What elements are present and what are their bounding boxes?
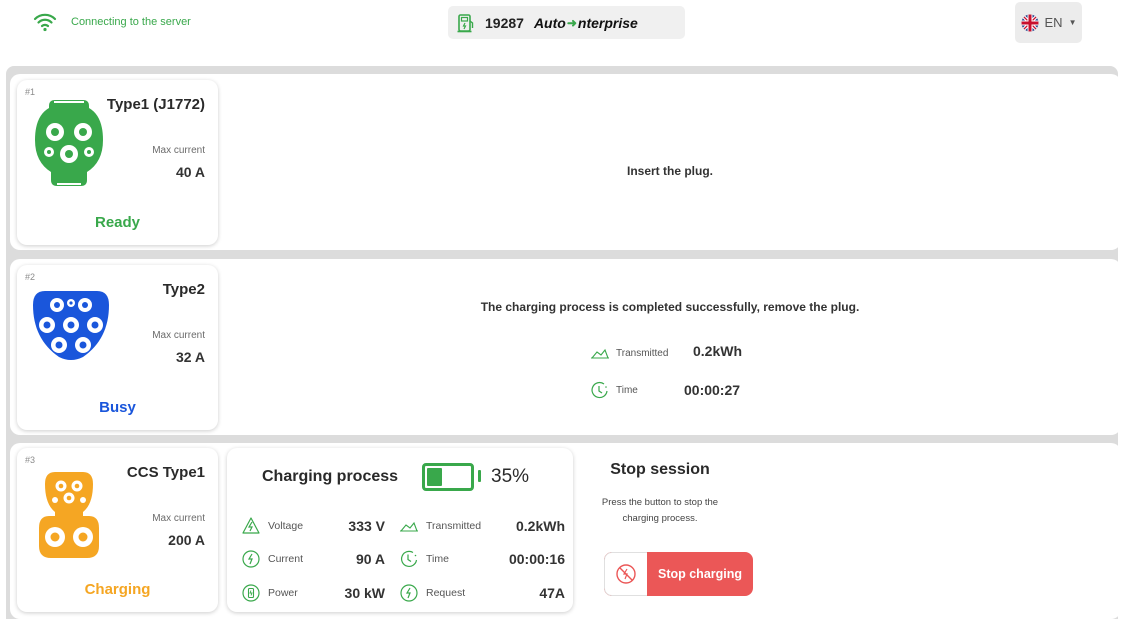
connector-row-1: #1 Type1 (J1772) Max current 40 A Ready …	[10, 74, 1121, 250]
connector-message: Insert the plug.	[626, 164, 713, 178]
uk-flag-icon	[1021, 14, 1038, 31]
chevron-down-icon: ▼	[1068, 18, 1077, 27]
request-icon	[400, 584, 418, 602]
battery-fill	[427, 468, 443, 486]
connector-number: #3	[25, 455, 36, 465]
language-label: EN	[1044, 15, 1063, 30]
charging-process-card: Charging process 35% Voltage 333 V Curre…	[227, 448, 573, 612]
transmitted-stat: Transmitted	[590, 344, 668, 362]
time-label: Time	[616, 384, 638, 396]
station-badge: 19287 Auto ➜ nterprise	[448, 6, 685, 39]
connector-number: #2	[25, 272, 36, 282]
current-value: 90 A	[355, 551, 385, 567]
time-stat: Time	[590, 381, 638, 399]
connector-row-2: #2 Type2 Max current 32 A Busy The charg…	[10, 259, 1121, 435]
stop-charging-icon	[616, 564, 636, 584]
connection-status: Connecting to the server	[33, 12, 191, 32]
top-bar: Connecting to the server 19287 Auto ➜ nter…	[0, 0, 1121, 66]
max-current-label: Max current	[152, 330, 205, 341]
charging-process-title: Charging process	[262, 468, 399, 485]
max-current-label: Max current	[152, 513, 205, 524]
connector-status: Charging	[84, 581, 151, 598]
connector-number: #1	[25, 87, 36, 97]
request-metric: Request	[399, 583, 465, 603]
stop-charging-label: Stop charging	[657, 567, 743, 581]
request-label: Request	[426, 587, 466, 599]
max-current-value: 32 A	[175, 349, 205, 365]
station-id: 19287	[485, 14, 524, 31]
connector-status: Ready	[94, 214, 141, 231]
stop-charging-button[interactable]: Stop charging	[604, 552, 753, 596]
power-metric: Power	[241, 583, 298, 603]
max-current-value: 200 A	[168, 532, 205, 548]
battery-tip	[478, 470, 481, 482]
voltage-metric: Voltage	[241, 516, 303, 536]
connector-card-2[interactable]: #2 Type2 Max current 32 A Busy	[17, 265, 218, 430]
power-label: Power	[268, 587, 298, 599]
connector-row-3: #3 CCS Type1 Max current 200 A Charging …	[10, 443, 1121, 619]
wifi-icon	[33, 13, 57, 32]
transmitted-metric: Transmitted	[399, 516, 481, 536]
transmitted-label: Transmitted	[426, 520, 482, 532]
brand-arrow-icon: ➜	[566, 15, 577, 30]
plug-icon	[399, 521, 418, 532]
transmitted-label: Transmitted	[616, 347, 669, 359]
brand-logo: Auto ➜ nterprise	[533, 14, 638, 31]
stop-session-description: Press the button to stop the charging pr…	[601, 497, 719, 524]
connection-text: Connecting to the server	[71, 16, 191, 28]
voltage-label: Voltage	[268, 520, 304, 532]
charging-station-icon	[457, 13, 474, 32]
stop-session-title: Stop session	[610, 461, 710, 478]
max-current-value: 40 A	[175, 164, 205, 180]
connector-card-3[interactable]: #3 CCS Type1 Max current 200 A Charging	[17, 448, 218, 612]
voltage-icon	[242, 517, 260, 534]
power-value: 30 kW	[344, 585, 385, 601]
power-icon	[242, 584, 260, 602]
connector-card-1[interactable]: #1 Type1 (J1772) Max current 40 A Ready	[17, 80, 218, 245]
ccs-type1-plug-icon	[39, 472, 99, 558]
time-value: 00:00:16	[508, 551, 565, 567]
current-label: Current	[268, 553, 304, 565]
connector-type: CCS Type1	[126, 464, 205, 481]
time-label: Time	[426, 553, 449, 565]
current-icon	[242, 550, 260, 568]
current-metric: Current	[241, 549, 303, 569]
connector-status: Busy	[99, 399, 136, 416]
max-current-label: Max current	[152, 145, 205, 156]
stop-icon-box	[604, 552, 647, 596]
language-selector[interactable]: EN ▼	[1015, 2, 1082, 43]
connector-type: Type2	[162, 281, 205, 298]
transmitted-value: 0.2kWh	[693, 343, 743, 359]
plug-icon	[590, 348, 609, 359]
connector-type: Type1 (J1772)	[106, 96, 205, 113]
clock-icon	[591, 381, 608, 399]
connector-message: The charging process is completed succes…	[480, 300, 860, 314]
time-metric: Time	[399, 549, 449, 569]
transmitted-value: 0.2kWh	[515, 518, 565, 534]
battery-icon	[422, 463, 474, 491]
clock-icon	[400, 550, 418, 567]
voltage-value: 333 V	[348, 518, 385, 534]
request-value: 47A	[539, 585, 565, 601]
time-value: 00:00:27	[684, 382, 741, 398]
battery-percent: 35%	[491, 466, 530, 487]
type1-plug-icon	[35, 100, 103, 186]
type2-plug-icon	[33, 291, 109, 360]
